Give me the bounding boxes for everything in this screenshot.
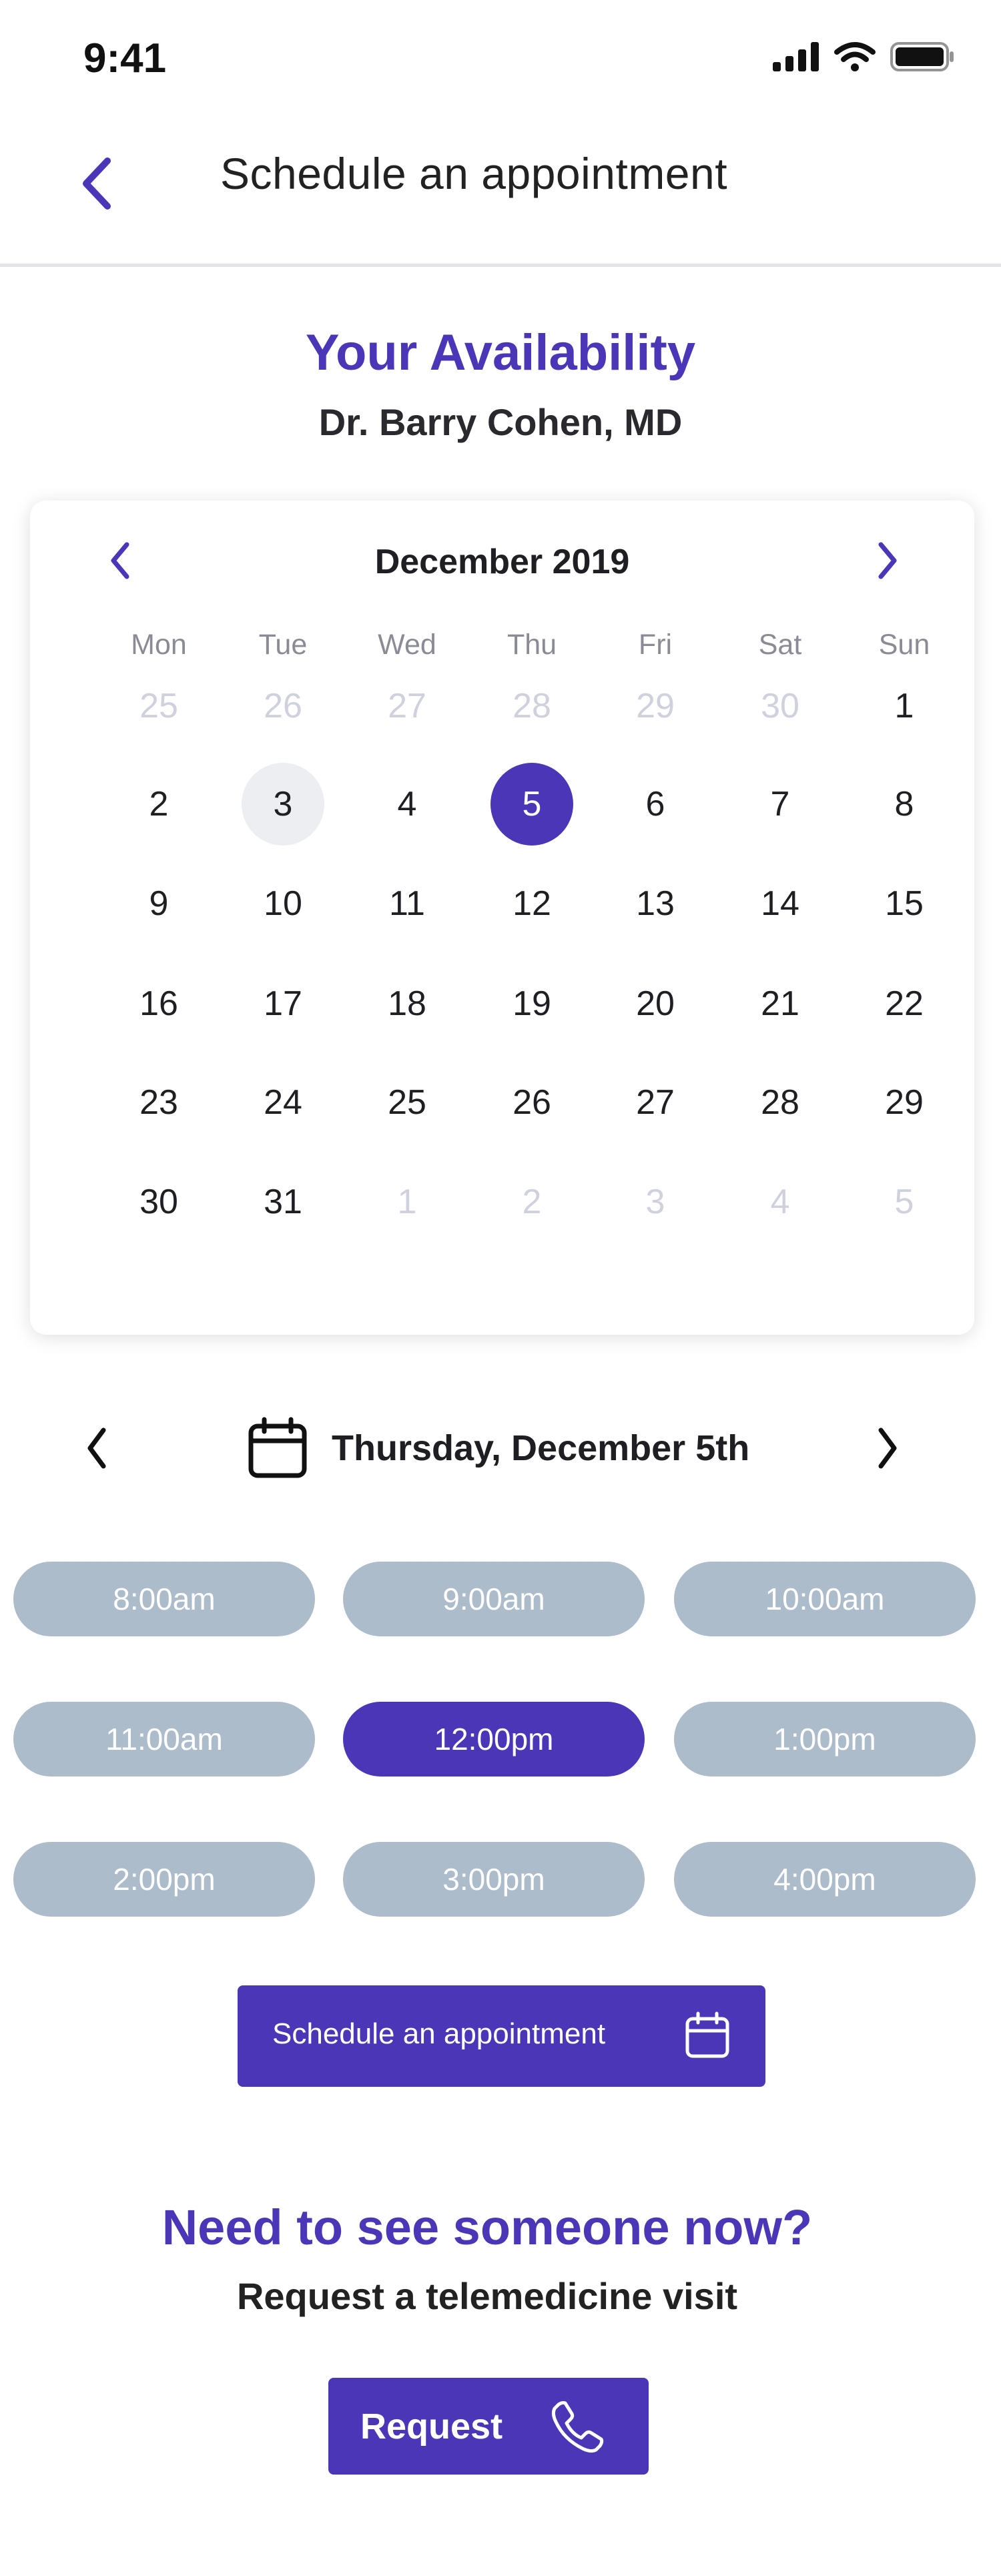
- app-screen: 9:41 Schedule an appointment Your Availa…: [0, 0, 1001, 2576]
- calendar-day[interactable]: 10: [242, 862, 324, 945]
- weekday-label: Fri: [638, 629, 673, 661]
- selected-date-label: Thursday, December 5th: [332, 1428, 750, 1468]
- calendar-day[interactable]: 2: [490, 1161, 573, 1243]
- calendar-day[interactable]: 22: [863, 962, 946, 1045]
- calendar-day[interactable]: 25: [366, 1061, 448, 1144]
- calendar-day[interactable]: 21: [739, 962, 821, 1045]
- prev-day-button[interactable]: [70, 1418, 123, 1478]
- telemedicine-subtitle: Request a telemedicine visit: [236, 2275, 738, 2317]
- next-day-button[interactable]: [861, 1418, 914, 1478]
- status-icons: [773, 41, 954, 72]
- schedule-appointment-button[interactable]: Schedule an appointment: [238, 1985, 765, 2087]
- calendar-day[interactable]: 5: [863, 1161, 946, 1243]
- calendar-day[interactable]: 3: [614, 1161, 697, 1243]
- calendar-day[interactable]: 1: [366, 1161, 448, 1243]
- phone-icon: [551, 2400, 604, 2453]
- time-slot[interactable]: 2:00pm: [13, 1842, 315, 1917]
- time-slot[interactable]: 3:00pm: [343, 1842, 645, 1917]
- time-slot[interactable]: 1:00pm: [674, 1702, 976, 1777]
- calendar-day[interactable]: 31: [242, 1161, 324, 1243]
- calendar-day[interactable]: 19: [490, 962, 573, 1045]
- availability-title: Your Availability: [305, 324, 696, 381]
- calendar-day[interactable]: 28: [739, 1061, 821, 1144]
- calendar-day[interactable]: 18: [366, 962, 448, 1045]
- calendar-day[interactable]: 30: [117, 1161, 200, 1243]
- request-button-label: Request: [360, 2406, 503, 2447]
- calendar-icon: [248, 1417, 307, 1478]
- telemedicine-title: Need to see someone now?: [161, 2200, 813, 2255]
- weekday-label: Thu: [507, 629, 557, 661]
- next-month-button[interactable]: [861, 534, 914, 587]
- calendar-day[interactable]: 26: [242, 665, 324, 747]
- wifi-icon: [834, 42, 876, 71]
- chevron-right-icon: [878, 1427, 897, 1469]
- calendar-day[interactable]: 17: [242, 962, 324, 1045]
- calendar-day[interactable]: 1: [863, 665, 946, 747]
- calendar-day[interactable]: 27: [614, 1061, 697, 1144]
- cellular-signal-icon: [773, 42, 819, 71]
- calendar-day[interactable]: 8: [863, 763, 946, 846]
- weekday-label: Sat: [758, 629, 802, 661]
- calendar-day[interactable]: 20: [614, 962, 697, 1045]
- calendar-day[interactable]: 2: [117, 763, 200, 846]
- month-label: December 2019: [374, 543, 630, 581]
- chevron-right-icon: [878, 542, 897, 579]
- time-slot-selected[interactable]: 12:00pm: [343, 1702, 645, 1777]
- status-bar: 9:41: [0, 0, 1001, 120]
- doctor-name: Dr. Barry Cohen, MD: [318, 401, 683, 443]
- calendar-day-selected[interactable]: 5: [490, 763, 573, 846]
- calendar-day[interactable]: 6: [614, 763, 697, 846]
- calendar-day[interactable]: 25: [117, 665, 200, 747]
- calendar-day[interactable]: 13: [614, 862, 697, 945]
- calendar-day[interactable]: 9: [117, 862, 200, 945]
- request-telemedicine-button[interactable]: Request: [328, 2378, 649, 2475]
- weekday-label: Wed: [378, 629, 436, 661]
- status-time: 9:41: [83, 35, 167, 81]
- calendar-day[interactable]: 7: [739, 763, 821, 846]
- calendar-card: December 2019 Mon Tue Wed Thu Fri Sat Su…: [30, 501, 974, 1335]
- calendar-day[interactable]: 14: [739, 862, 821, 945]
- chevron-left-icon: [87, 1427, 106, 1469]
- chevron-left-icon: [83, 157, 111, 210]
- time-slot[interactable]: 10:00am: [674, 1562, 976, 1636]
- battery-icon: [890, 42, 954, 71]
- calendar-day[interactable]: 27: [366, 665, 448, 747]
- weekday-label: Mon: [131, 629, 187, 661]
- calendar-day[interactable]: 29: [863, 1061, 946, 1144]
- calendar-day[interactable]: 30: [739, 665, 821, 747]
- date-selector: Thursday, December 5th: [0, 1405, 1001, 1492]
- calendar-day[interactable]: 4: [739, 1161, 821, 1243]
- calendar-day[interactable]: 4: [366, 763, 448, 846]
- app-header: Schedule an appointment: [0, 120, 1001, 267]
- weekday-label: Tue: [258, 629, 308, 661]
- calendar-day[interactable]: 23: [117, 1061, 200, 1144]
- time-slot[interactable]: 4:00pm: [674, 1842, 976, 1917]
- calendar-day[interactable]: 28: [490, 665, 573, 747]
- back-button[interactable]: [67, 147, 127, 220]
- time-slot[interactable]: 8:00am: [13, 1562, 315, 1636]
- calendar-day-today[interactable]: 3: [242, 763, 324, 846]
- schedule-button-label: Schedule an appointment: [272, 2017, 606, 2050]
- calendar-day[interactable]: 15: [863, 862, 946, 945]
- calendar-icon: [685, 2011, 729, 2058]
- calendar-day[interactable]: 11: [366, 862, 448, 945]
- page-title: Schedule an appointment: [220, 149, 728, 198]
- calendar-day[interactable]: 12: [490, 862, 573, 945]
- calendar-day[interactable]: 26: [490, 1061, 573, 1144]
- calendar-day[interactable]: 29: [614, 665, 697, 747]
- time-slot[interactable]: 9:00am: [343, 1562, 645, 1636]
- calendar-day[interactable]: 16: [117, 962, 200, 1045]
- calendar-day[interactable]: 24: [242, 1061, 324, 1144]
- weekday-label: Sun: [878, 629, 930, 661]
- time-slot[interactable]: 11:00am: [13, 1702, 315, 1777]
